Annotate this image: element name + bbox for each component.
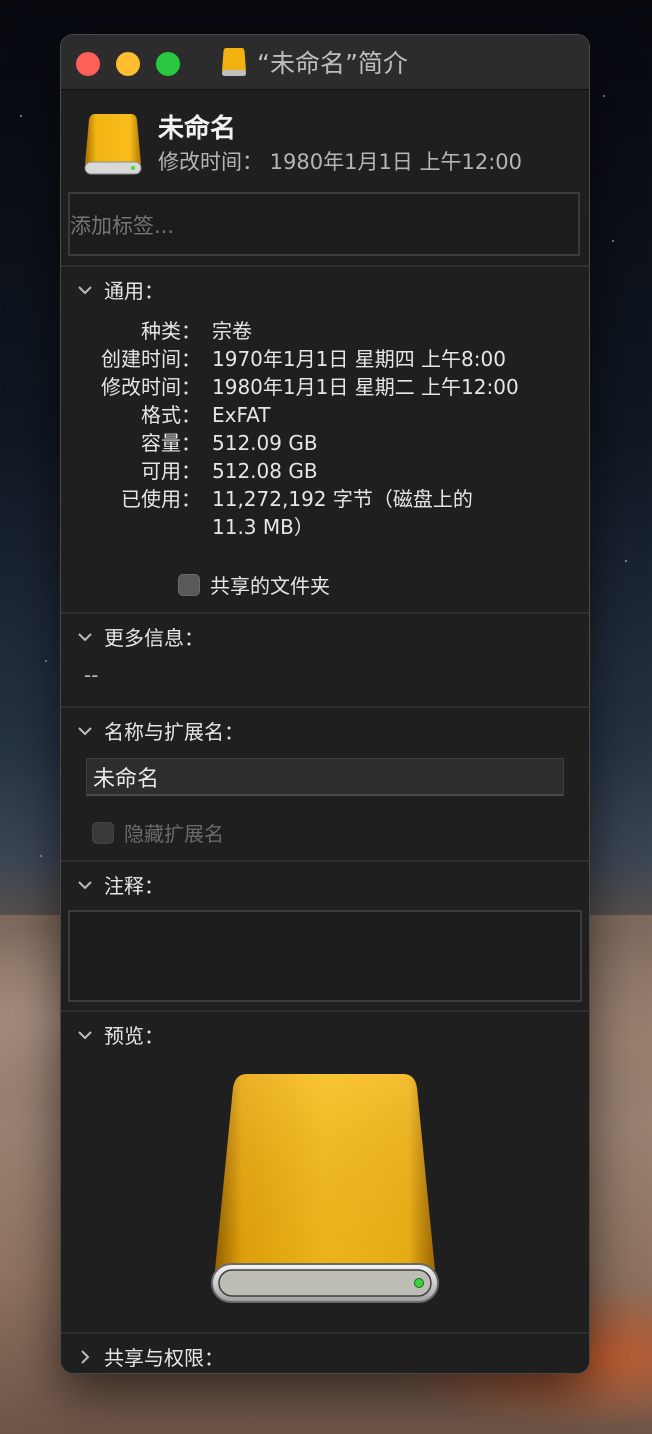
more-info-value: --	[84, 663, 99, 687]
section-general-title: 通用：	[104, 279, 164, 303]
star	[20, 115, 22, 117]
window-title-group: “未命名”简介	[221, 45, 408, 79]
name-field[interactable]	[86, 758, 564, 796]
info-value: 11,272,192 字节（磁盘上的	[212, 487, 473, 511]
info-key: 可用：	[141, 459, 201, 483]
divider	[61, 1010, 589, 1012]
window-title: “未命名”简介	[257, 49, 408, 78]
section-name-ext-title: 名称与扩展名：	[104, 720, 244, 744]
checkbox[interactable]	[178, 573, 200, 596]
info-key: 修改时间：	[101, 375, 201, 399]
shared-folder-checkbox[interactable]: 共享的文件夹	[178, 570, 330, 599]
info-key: 格式：	[141, 403, 201, 427]
divider	[61, 706, 589, 708]
title-bar[interactable]: “未命名”简介	[61, 35, 589, 90]
star	[40, 855, 42, 857]
external-drive-icon	[222, 48, 246, 76]
chevron-down-icon	[78, 726, 92, 735]
section-name-ext-toggle[interactable]: 名称与扩展名：	[76, 716, 244, 745]
divider	[61, 860, 589, 862]
hide-extension-checkbox[interactable]: 隐藏扩展名	[92, 818, 224, 847]
chevron-down-icon	[78, 1030, 92, 1039]
comments-textarea[interactable]	[68, 910, 582, 1002]
info-key: 种类：	[141, 319, 201, 343]
divider	[61, 265, 589, 267]
section-sharing-toggle[interactable]: 共享与权限：	[76, 1342, 224, 1371]
volume-modified-date: 修改时间： 1980年1月1日 上午12:00	[158, 150, 523, 174]
chevron-right-icon	[81, 1349, 90, 1364]
zoom-button[interactable]	[156, 52, 180, 76]
section-comments-toggle[interactable]: 注释：	[76, 870, 164, 899]
section-preview-toggle[interactable]: 预览：	[76, 1020, 164, 1049]
info-value: 512.08 GB	[212, 459, 318, 483]
divider	[61, 1332, 589, 1334]
checkbox[interactable]	[92, 821, 114, 844]
info-key: 容量：	[141, 431, 201, 455]
external-drive-preview-icon	[211, 1074, 439, 1303]
chevron-down-icon	[78, 880, 92, 889]
star	[45, 660, 47, 662]
star	[625, 560, 627, 562]
close-button[interactable]	[76, 52, 100, 76]
info-value: 1970年1月1日 星期四 上午8:00	[212, 347, 506, 371]
checkbox-label: 隐藏扩展名	[124, 822, 224, 846]
info-key: 已使用：	[121, 487, 201, 511]
divider	[61, 612, 589, 614]
chevron-down-icon	[78, 632, 92, 641]
section-sharing-title: 共享与权限：	[104, 1346, 224, 1370]
star	[603, 95, 605, 97]
checkbox-label: 共享的文件夹	[210, 574, 330, 598]
info-value: 11.3 MB）	[212, 515, 314, 539]
section-comments-title: 注释：	[104, 874, 164, 898]
section-more-info-toggle[interactable]: 更多信息：	[76, 622, 204, 651]
info-value: 1980年1月1日 星期二 上午12:00	[212, 375, 519, 399]
info-value: 512.09 GB	[212, 431, 318, 455]
external-drive-icon	[84, 114, 142, 175]
info-value: ExFAT	[212, 403, 271, 427]
chevron-down-icon	[78, 285, 92, 294]
section-general-toggle[interactable]: 通用：	[76, 275, 164, 304]
minimize-button[interactable]	[116, 52, 140, 76]
get-info-window: “未命名”简介 未命名 修改时间： 1980年1月1日 上午12:00 通用：	[61, 35, 589, 1373]
section-more-info-title: 更多信息：	[104, 626, 204, 650]
info-key: 创建时间：	[101, 347, 201, 371]
section-preview-title: 预览：	[104, 1024, 164, 1048]
tags-input[interactable]	[68, 192, 580, 256]
volume-name: 未命名	[158, 114, 237, 144]
info-value: 宗卷	[212, 319, 252, 343]
star	[612, 240, 614, 242]
